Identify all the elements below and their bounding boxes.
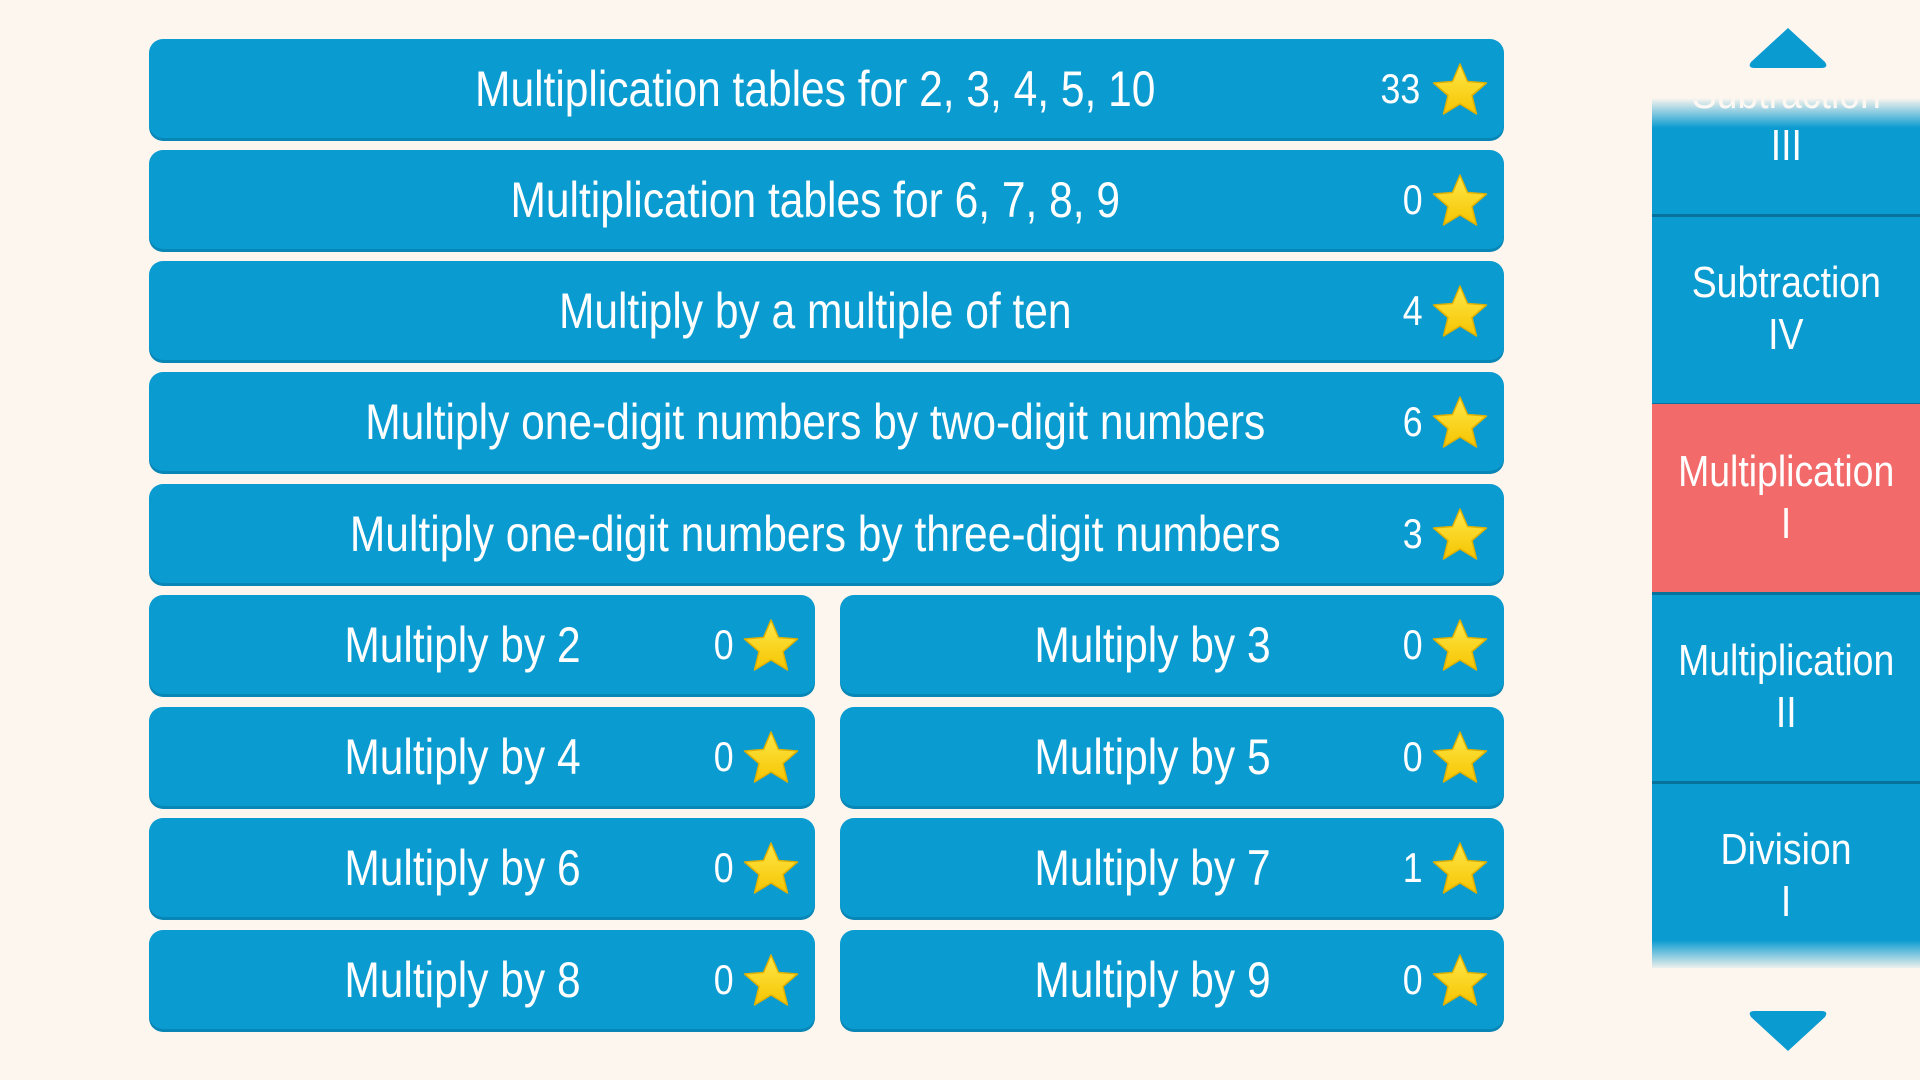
star-count: 0: [713, 621, 734, 668]
exercise-button[interactable]: Multiply by 5 0: [840, 707, 1504, 806]
exercise-button[interactable]: Multiply one-digit numbers by two-digit …: [149, 372, 1504, 471]
exercise-button[interactable]: Multiply by 8 0: [149, 930, 815, 1029]
exercise-button[interactable]: Multiplication tables for 2, 3, 4, 5, 10…: [149, 39, 1504, 138]
sidebar-item-numeral: III: [1770, 121, 1802, 170]
exercise-label: Multiply by 9: [1034, 951, 1271, 1008]
star-icon: [1430, 840, 1490, 900]
sidebar-item-label: Multiplication: [1677, 447, 1895, 496]
exercise-label: Multiplication tables for 6, 7, 8, 9: [510, 171, 1120, 228]
star-icon: [1430, 506, 1490, 566]
star-icon: [741, 840, 801, 900]
sidebar-item-multiplication-i[interactable]: Multiplication I: [1652, 404, 1920, 595]
star-icon: [741, 617, 801, 677]
exercise-label: Multiply one-digit numbers by three-digi…: [349, 505, 1281, 562]
star-count: 4: [1402, 287, 1423, 334]
star-icon: [741, 952, 801, 1012]
sidebar-item-label: Division: [1720, 825, 1852, 874]
exercise-button[interactable]: Multiply by 4 0: [149, 707, 815, 806]
exercise-label: Multiply by 6: [344, 839, 581, 896]
exercise-label: Multiply by 8: [344, 951, 581, 1008]
sidebar-item-label: Multiplication: [1677, 636, 1895, 685]
star-count: 1: [1402, 844, 1423, 891]
sidebar-item-numeral: I: [1780, 877, 1792, 926]
star-icon: [1430, 172, 1490, 232]
exercise-button[interactable]: Multiply by 7 1: [840, 818, 1504, 917]
star-count: 0: [713, 844, 734, 891]
exercise-button[interactable]: Multiply by 9 0: [840, 930, 1504, 1029]
sidebar-item-label: Subtraction: [1691, 98, 1880, 120]
star-icon: [1430, 283, 1490, 343]
exercise-label: Multiply by 7: [1034, 839, 1271, 896]
star-count: 0: [1402, 621, 1423, 668]
exercise-label: Multiply by 5: [1034, 728, 1271, 785]
exercise-button[interactable]: Multiplication tables for 6, 7, 8, 9 0: [149, 150, 1504, 249]
category-sidebar[interactable]: SubtractionIIISubtractionIVMultiplicatio…: [1652, 98, 1920, 968]
exercise-button[interactable]: Multiply by 3 0: [840, 595, 1504, 694]
exercise-label: Multiply by a multiple of ten: [558, 282, 1072, 339]
star-count: 33: [1380, 65, 1421, 112]
sidebar-item-subtraction-iii[interactable]: SubtractionIII: [1652, 98, 1920, 217]
star-icon: [741, 729, 801, 789]
scroll-down-arrow-icon[interactable]: [1745, 1007, 1831, 1055]
star-count: 0: [713, 956, 734, 1003]
exercise-label: Multiply by 2: [344, 616, 581, 673]
sidebar-item-label: Subtraction: [1691, 258, 1881, 307]
star-icon: [1430, 952, 1490, 1012]
sidebar-item-numeral: IV: [1768, 310, 1804, 359]
star-icon: [1430, 61, 1490, 121]
exercise-button[interactable]: Multiply by 2 0: [149, 595, 815, 694]
exercise-button[interactable]: Multiply one-digit numbers by three-digi…: [149, 484, 1504, 583]
exercise-label: Multiplication tables for 2, 3, 4, 5, 10: [475, 60, 1156, 117]
star-count: 0: [1402, 956, 1423, 1003]
exercise-label: Multiply by 3: [1034, 616, 1271, 673]
star-icon: [1430, 394, 1490, 454]
exercise-label: Multiply one-digit numbers by two-digit …: [365, 393, 1266, 450]
star-icon: [1430, 617, 1490, 677]
scroll-up-arrow-icon[interactable]: [1745, 24, 1831, 72]
star-count: 0: [713, 733, 734, 780]
star-count: 3: [1402, 510, 1423, 557]
sidebar-item-numeral: I: [1780, 499, 1792, 548]
sidebar-item-division-i[interactable]: Division I: [1652, 782, 1920, 968]
sidebar-item-numeral: II: [1775, 688, 1797, 737]
sidebar-item-multiplication-ii[interactable]: Multiplication II: [1652, 593, 1920, 784]
exercise-button[interactable]: Multiply by 6 0: [149, 818, 815, 917]
exercise-label: Multiply by 4: [344, 728, 581, 785]
star-count: 0: [1402, 733, 1423, 780]
star-count: 6: [1402, 398, 1423, 445]
star-count: 0: [1402, 176, 1423, 223]
exercise-button[interactable]: Multiply by a multiple of ten 4: [149, 261, 1504, 360]
sidebar-item-subtraction-iv[interactable]: Subtraction IV: [1652, 215, 1920, 406]
star-icon: [1430, 729, 1490, 789]
